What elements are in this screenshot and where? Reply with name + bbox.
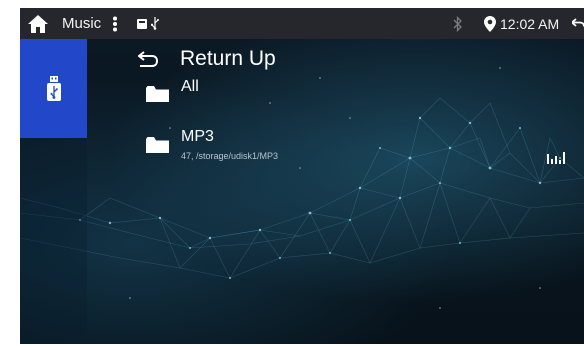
list-item-folder-mp3[interactable]: MP3 47, /storage/udisk1/MP3 <box>146 128 526 170</box>
folder-icon <box>146 86 169 102</box>
usb-icon <box>150 8 160 39</box>
clock: 12:02 AM <box>500 15 560 32</box>
status-bar: Music 12:02 AM <box>20 8 584 39</box>
folder-name: All <box>181 78 199 95</box>
sidebar-item-usb[interactable] <box>20 39 87 138</box>
return-icon <box>138 51 158 67</box>
return-up-button[interactable]: Return Up <box>138 46 338 76</box>
music-app-screen: Music 12:02 AM Return Up All MP3 47, /st… <box>20 8 584 344</box>
list-item-folder-all[interactable]: All <box>146 78 446 114</box>
return-up-label: Return Up <box>180 47 276 70</box>
folder-name: MP3 <box>181 128 214 145</box>
back-icon[interactable] <box>572 8 584 39</box>
usb-drive-icon <box>46 75 61 101</box>
more-vert-icon[interactable] <box>112 8 118 39</box>
home-icon[interactable] <box>27 8 49 39</box>
location-icon <box>484 8 496 39</box>
equalizer-icon <box>547 152 565 164</box>
bluetooth-icon <box>453 8 463 39</box>
app-title: Music <box>62 15 102 32</box>
folder-subtitle: 47, /storage/udisk1/MP3 <box>181 151 279 161</box>
sd-card-icon <box>137 8 147 39</box>
folder-icon <box>146 137 169 153</box>
